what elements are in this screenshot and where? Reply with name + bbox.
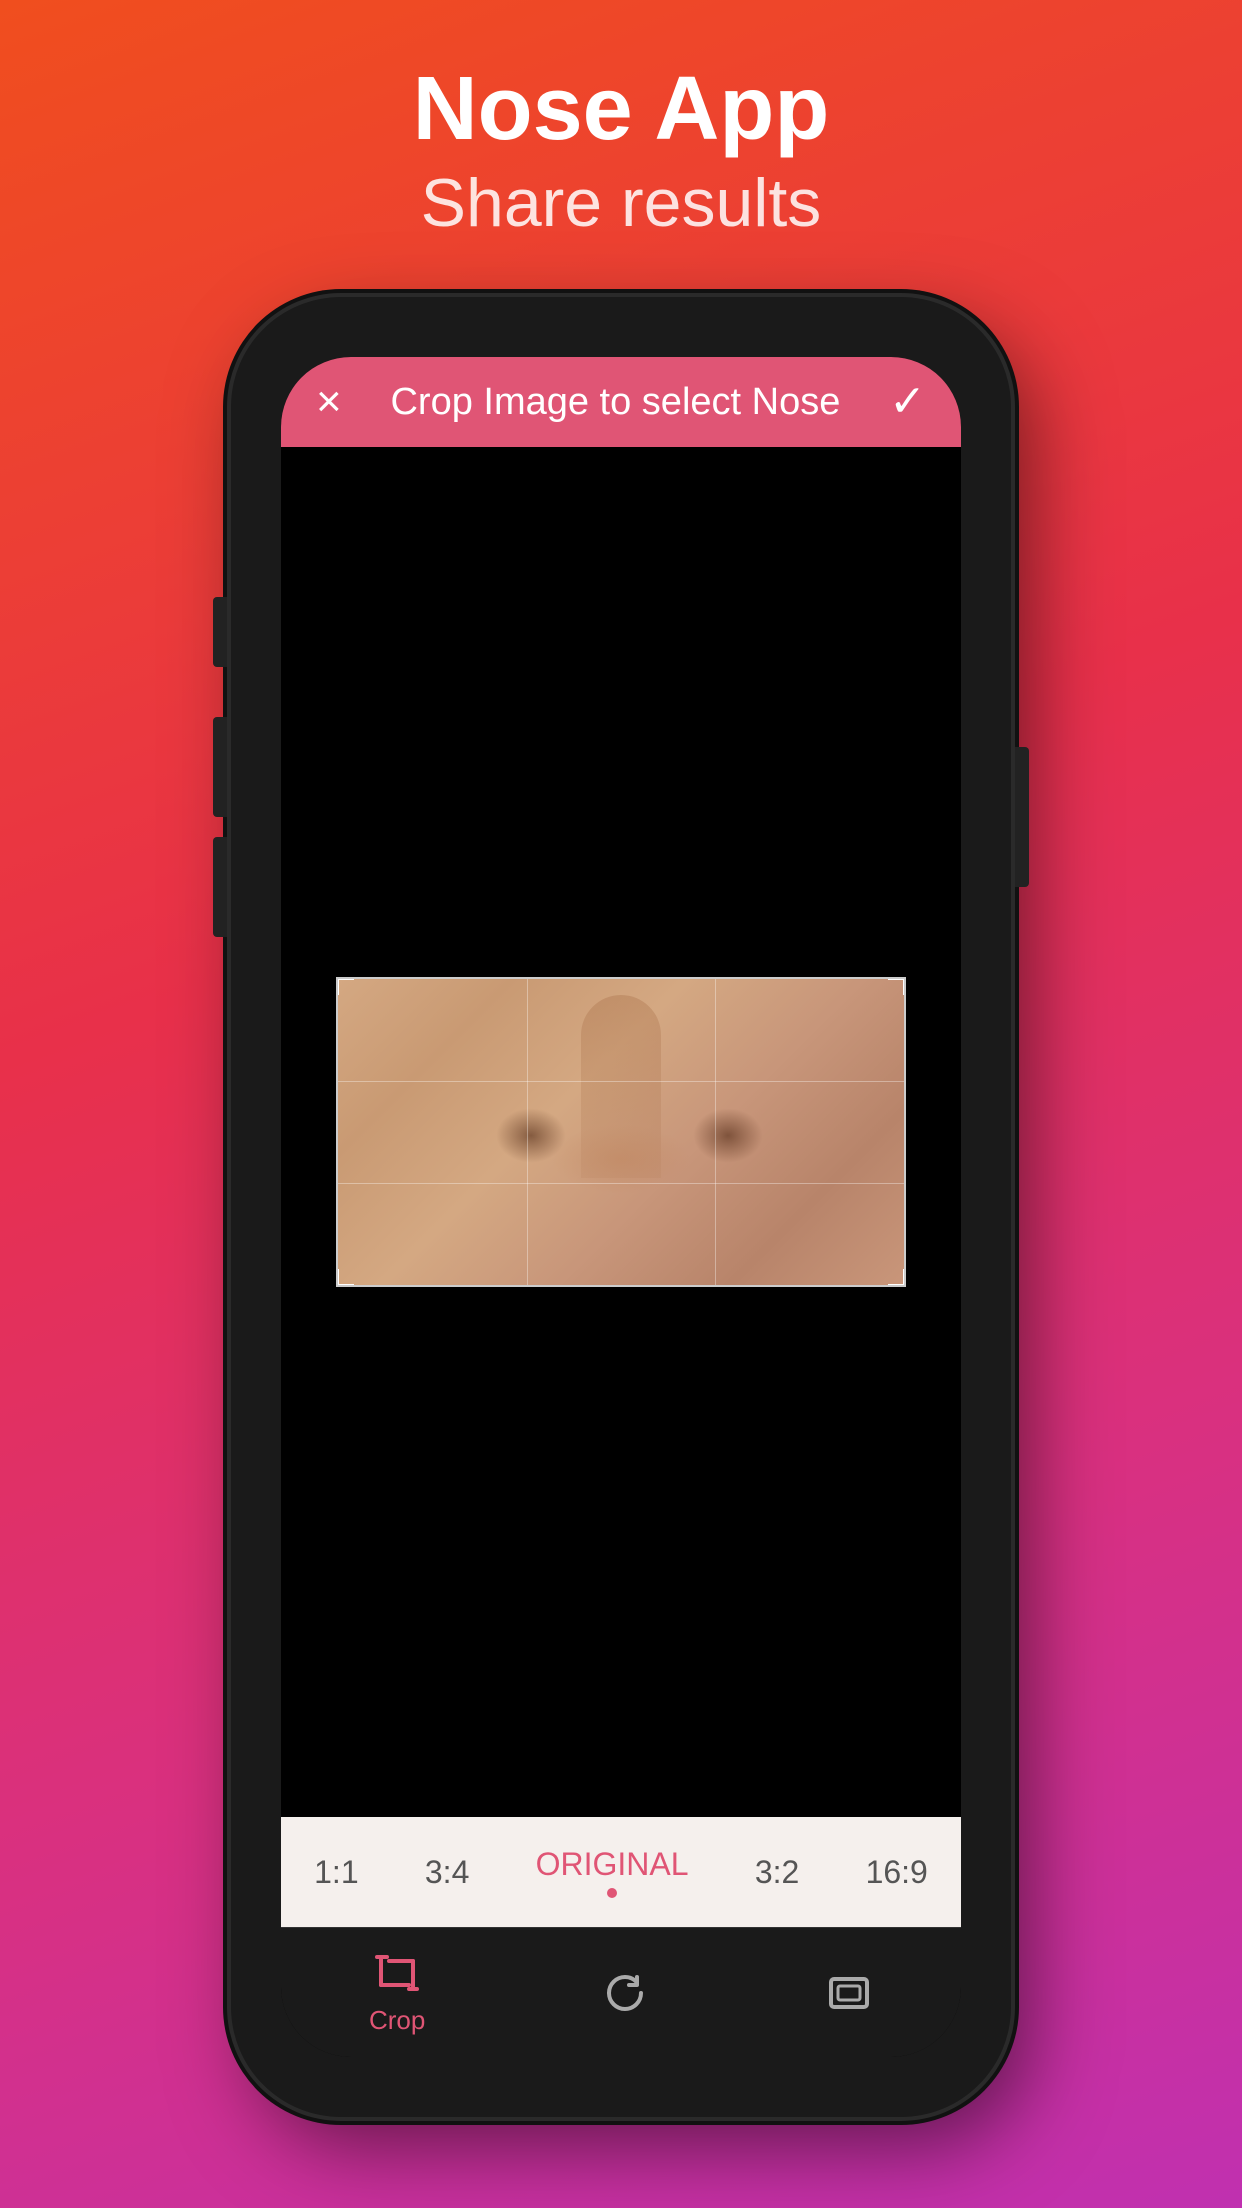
ratio-label-3-4: 3:4 [425, 1854, 469, 1891]
image-area [281, 447, 961, 1817]
rotate-icon [601, 1969, 649, 2017]
nose-nostril-left [496, 1108, 566, 1163]
top-bar-title: Crop Image to select Nose [342, 381, 889, 424]
cancel-button[interactable]: × [316, 380, 342, 424]
bottom-toolbar: Crop [281, 1927, 961, 2057]
toolbar-crop-item[interactable]: Crop [369, 1949, 425, 2036]
header-area: Nose App Share results [413, 0, 830, 247]
ratio-bar: 1:1 3:4 ORIGINAL 3:2 16:9 [281, 1817, 961, 1927]
app-subtitle: Share results [413, 159, 830, 247]
nose-background [338, 979, 904, 1285]
crop-handle-top-left[interactable] [336, 977, 354, 995]
phone-screen: × Crop Image to select Nose ✓ [281, 357, 961, 2057]
crop-handle-bottom-right[interactable] [888, 1269, 906, 1287]
ratio-active-dot [607, 1888, 617, 1898]
toolbar-aspect-item[interactable] [825, 1969, 873, 2017]
ratio-label-1-1: 1:1 [314, 1854, 358, 1891]
ratio-label-16-9: 16:9 [866, 1854, 928, 1891]
top-bar: × Crop Image to select Nose ✓ [281, 357, 961, 447]
ratio-option-16-9[interactable]: 16:9 [846, 1846, 948, 1899]
phone-body: × Crop Image to select Nose ✓ [231, 297, 1011, 2117]
ratio-option-1-1[interactable]: 1:1 [294, 1846, 378, 1899]
phone-button-vol-down [213, 837, 227, 937]
phone-wrapper: × Crop Image to select Nose ✓ [231, 297, 1011, 2117]
ratio-option-original[interactable]: ORIGINAL [516, 1838, 709, 1906]
crop-container[interactable] [336, 977, 906, 1287]
ratio-option-3-2[interactable]: 3:2 [735, 1846, 819, 1899]
nose-tip-shape [551, 1124, 691, 1194]
ratio-label-original: ORIGINAL [536, 1846, 689, 1883]
crop-label: Crop [369, 2005, 425, 2036]
app-title: Nose App [413, 60, 830, 159]
phone-button-mute [213, 597, 227, 667]
nose-nostril-right [693, 1108, 763, 1163]
toolbar-rotate-item[interactable] [601, 1969, 649, 2017]
crop-handle-top-right[interactable] [888, 977, 906, 995]
crop-icon [373, 1949, 421, 1997]
phone-button-power [1015, 747, 1029, 887]
ratio-option-3-4[interactable]: 3:4 [405, 1846, 489, 1899]
nose-image [336, 977, 906, 1287]
confirm-button[interactable]: ✓ [889, 380, 926, 424]
crop-handle-bottom-left[interactable] [336, 1269, 354, 1287]
aspect-icon [825, 1969, 873, 2017]
ratio-label-3-2: 3:2 [755, 1854, 799, 1891]
phone-button-vol-up [213, 717, 227, 817]
